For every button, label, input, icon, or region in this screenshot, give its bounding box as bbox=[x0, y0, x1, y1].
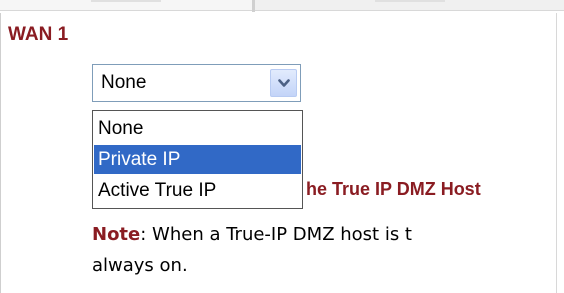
tab-right[interactable] bbox=[255, 0, 564, 11]
ip-mode-dropdown-list: None Private IP Active True IP bbox=[92, 110, 303, 209]
tab-left[interactable] bbox=[0, 0, 252, 11]
note-text-continued: always on. bbox=[92, 255, 188, 276]
true-ip-dmz-host-label: he True IP DMZ Host bbox=[306, 179, 481, 199]
option-none[interactable]: None bbox=[94, 114, 301, 143]
right-clip bbox=[557, 13, 564, 293]
tab-strip bbox=[0, 0, 564, 14]
option-private-ip[interactable]: Private IP bbox=[94, 145, 301, 174]
section-title: WAN 1 bbox=[8, 24, 69, 45]
select-value: None bbox=[101, 72, 147, 93]
note-label: Note bbox=[92, 224, 141, 245]
note-body: : When a True-IP DMZ host is t bbox=[140, 224, 412, 245]
panel-left-border bbox=[0, 13, 1, 293]
option-active-true-ip[interactable]: Active True IP bbox=[94, 176, 301, 205]
ip-mode-select[interactable]: None bbox=[92, 64, 301, 102]
note-text: Note: When a True-IP DMZ host is t bbox=[92, 224, 412, 245]
panel-right-border bbox=[556, 13, 557, 293]
dropdown-arrow-button[interactable] bbox=[270, 69, 297, 97]
chevron-down-icon bbox=[278, 79, 290, 87]
wan-settings-page: WAN 1 None he True IP DMZ Host None Priv… bbox=[0, 0, 564, 293]
